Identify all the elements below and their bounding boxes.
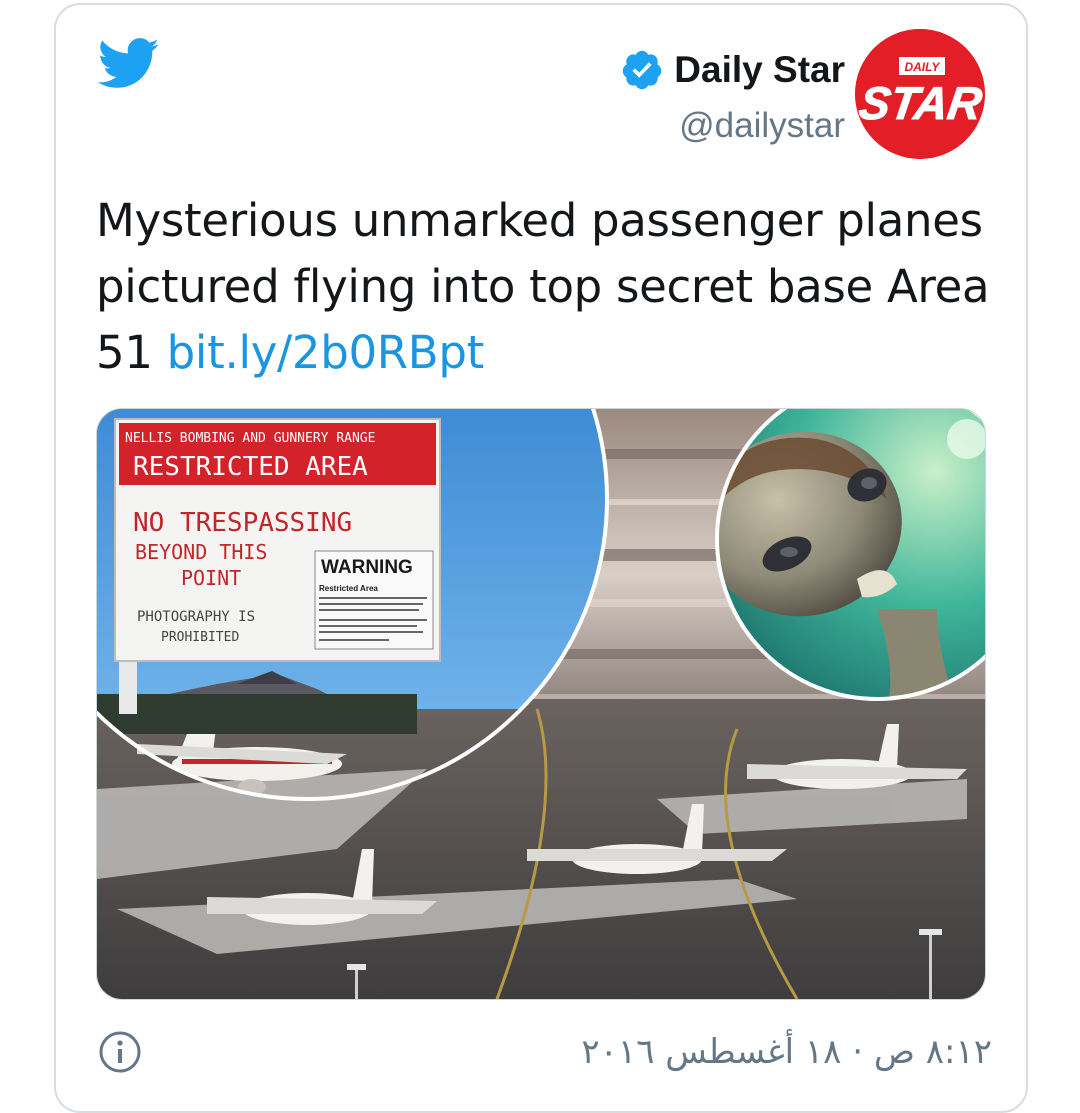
- tweet-timestamp[interactable]: ٨:١٢ ص · ١٨ أغسطس ٢٠١٦: [581, 1032, 992, 1072]
- info-icon[interactable]: [98, 1030, 142, 1074]
- daily-star-logo-icon: DAILY STAR: [855, 29, 985, 159]
- tweet-image[interactable]: NELLIS BOMBING AND GUNNERY RANGE RESTRIC…: [96, 408, 986, 1000]
- author-handle[interactable]: @dailystar: [620, 106, 845, 146]
- avatar-small-text: DAILY: [904, 60, 940, 74]
- sign-no-trespassing: NO TRESPASSING: [133, 508, 352, 538]
- avatar[interactable]: DAILY STAR: [855, 29, 985, 159]
- twitter-bird-icon: [98, 38, 159, 88]
- tweet-link[interactable]: bit.ly/2b0RBpt: [167, 326, 485, 379]
- avatar-large-text: STAR: [856, 77, 985, 129]
- sign-restricted: RESTRICTED AREA: [133, 452, 368, 482]
- sign-beyond: BEYOND THIS: [135, 540, 267, 564]
- sign-prohibited: PROHIBITED: [161, 630, 239, 645]
- sign-restricted-small: Restricted Area: [319, 584, 378, 593]
- sign-point: POINT: [181, 566, 241, 590]
- sign-photography: PHOTOGRAPHY IS: [137, 609, 255, 625]
- tweet-author[interactable]: Daily Star @dailystar: [620, 48, 845, 146]
- verified-badge-icon: [623, 50, 662, 90]
- author-name[interactable]: Daily Star: [674, 49, 845, 91]
- sign-header: NELLIS BOMBING AND GUNNERY RANGE: [125, 431, 375, 446]
- tweet-text: Mysterious unmarked passenger planes pic…: [96, 188, 996, 386]
- sign-warning: WARNING: [321, 557, 413, 578]
